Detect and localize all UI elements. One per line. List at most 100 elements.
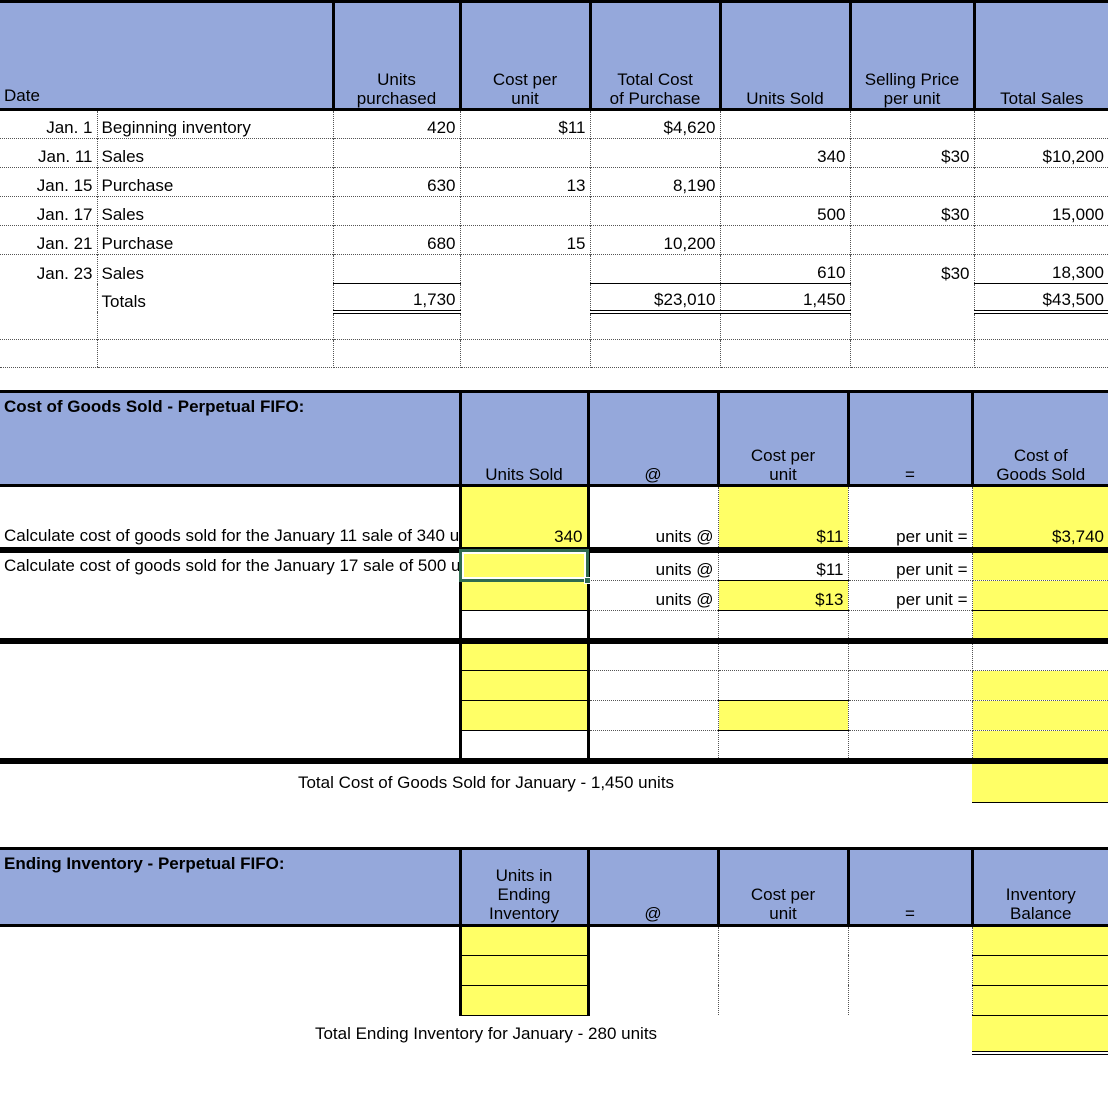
cell-date[interactable]: Jan. 17	[0, 196, 97, 226]
cogs-lower-row[interactable]	[0, 700, 1108, 731]
cell-total-sales[interactable]: 15,000	[974, 196, 1108, 226]
cell-selling-price[interactable]: $30	[850, 138, 975, 168]
cogs-jan11-cost-per-unit[interactable]: $11	[718, 485, 849, 553]
cell-units-sold[interactable]	[720, 109, 851, 139]
table-row[interactable]: Jan. 21 Purchase 680 15 10,200	[0, 225, 1108, 255]
cogs-jan17b-cogs[interactable]	[972, 580, 1108, 611]
cell-cost-per-unit[interactable]: 13	[460, 167, 591, 197]
cogs-jan11-cogs[interactable]: $3,740	[972, 485, 1108, 553]
table-row[interactable]: Jan. 1 Beginning inventory 420 $11 $4,62…	[0, 109, 1108, 139]
cogs-lower-row[interactable]	[0, 670, 1108, 701]
cell-description[interactable]: Beginning inventory	[96, 109, 334, 139]
cell-blank[interactable]	[974, 311, 1108, 340]
cell-blank[interactable]	[590, 311, 721, 340]
cell-date[interactable]: Jan. 1	[0, 109, 97, 139]
table-row-blank[interactable]	[0, 311, 1108, 340]
ei-row-units[interactable]	[460, 985, 590, 1016]
cell-total-selling-price[interactable]	[850, 283, 975, 312]
ei-total-value[interactable]	[972, 1015, 1108, 1055]
cell-total-cost-per-unit[interactable]	[460, 283, 591, 312]
cell-cost-per-unit[interactable]	[460, 196, 591, 226]
cell-total-sales[interactable]	[974, 109, 1108, 139]
cell-total-cost-of-purchase[interactable]: $23,010	[590, 283, 721, 314]
ei-row-cost-per-unit[interactable]	[718, 955, 849, 985]
inventory-totals-row[interactable]: Totals 1,730 $23,010 1,450 $43,500	[0, 283, 1108, 314]
cogs-total-row[interactable]: Total Cost of Goods Sold for January - 1…	[0, 760, 1108, 803]
cell-selling-price[interactable]	[850, 225, 975, 255]
cell-description[interactable]: Purchase	[96, 167, 334, 197]
ei-row-units[interactable]	[460, 955, 590, 986]
cogs-blank-cogs[interactable]	[972, 610, 1108, 644]
cell-total-sales-amount[interactable]: $43,500	[974, 283, 1108, 314]
cell-description[interactable]: Sales	[96, 196, 334, 226]
cell-date[interactable]: Jan. 21	[0, 225, 97, 255]
ei-row-balance[interactable]	[972, 985, 1108, 1016]
cell-units-purchased[interactable]	[333, 138, 461, 168]
cell-blank[interactable]	[720, 311, 851, 340]
cell-selling-price[interactable]	[850, 109, 975, 139]
cogs-lower-cogs[interactable]	[972, 730, 1108, 764]
cell-blank[interactable]	[96, 311, 334, 340]
ei-row-units[interactable]	[460, 925, 590, 956]
cell-description[interactable]: Sales	[96, 138, 334, 168]
cell-units-sold[interactable]: 500	[720, 196, 851, 226]
cell-total-sales[interactable]	[974, 225, 1108, 255]
cell-total-cost[interactable]	[590, 196, 721, 226]
cell-blank[interactable]	[333, 339, 461, 368]
cogs-lower-cost-per-unit[interactable]	[718, 670, 849, 701]
cell-total-cost[interactable]	[590, 138, 721, 168]
cell-units-sold[interactable]	[720, 225, 851, 255]
cell-date[interactable]	[0, 283, 97, 312]
cell-units-purchased[interactable]: 420	[333, 109, 461, 139]
table-row-blank[interactable]	[0, 339, 1108, 368]
cell-blank[interactable]	[460, 311, 591, 340]
cogs-lower-cost-per-unit[interactable]	[718, 640, 849, 671]
cell-blank[interactable]	[590, 339, 721, 368]
cell-units-sold[interactable]	[720, 167, 851, 197]
cell-date[interactable]: Jan. 23	[0, 254, 97, 284]
cogs-jan17-cost-per-unit[interactable]: $11	[718, 549, 849, 581]
cogs-lower-units-sold[interactable]	[460, 700, 590, 731]
cell-blank[interactable]	[0, 311, 97, 340]
ending-inventory-row[interactable]	[0, 985, 1108, 1016]
ending-inventory-row[interactable]	[0, 955, 1108, 986]
cogs-lower-cogs[interactable]	[972, 670, 1108, 701]
cell-cost-per-unit[interactable]: 15	[460, 225, 591, 255]
ei-row-balance[interactable]	[972, 925, 1108, 956]
cell-date[interactable]: Jan. 11	[0, 138, 97, 168]
cogs-jan17-units-sold-selected[interactable]	[460, 549, 590, 581]
cell-blank[interactable]	[850, 339, 975, 368]
cell-blank[interactable]	[720, 339, 851, 368]
table-row[interactable]: Jan. 17 Sales 500 $30 15,000	[0, 196, 1108, 226]
cogs-row-jan11[interactable]: Calculate cost of goods sold for the Jan…	[0, 485, 1108, 553]
ending-inventory-row[interactable]	[0, 925, 1108, 956]
cogs-lower-row[interactable]	[0, 640, 1108, 671]
cell-units-sold[interactable]: 610	[720, 254, 851, 284]
cell-blank[interactable]	[974, 339, 1108, 368]
cogs-total-value[interactable]	[972, 760, 1108, 803]
cell-selling-price[interactable]: $30	[850, 254, 975, 284]
table-row[interactable]: Jan. 11 Sales 340 $30 $10,200	[0, 138, 1108, 168]
ei-row-cost-per-unit[interactable]	[718, 985, 849, 1015]
cell-units-purchased[interactable]	[333, 254, 461, 284]
cell-total-cost[interactable]: 8,190	[590, 167, 721, 197]
cell-total-cost[interactable]	[590, 254, 721, 284]
ei-row-balance[interactable]	[972, 955, 1108, 986]
cogs-lower-units-sold[interactable]	[460, 670, 590, 701]
cell-cost-per-unit[interactable]	[460, 254, 591, 284]
cell-cost-per-unit[interactable]: $11	[460, 109, 591, 139]
table-row[interactable]: Jan. 23 Sales 610 $30 18,300	[0, 254, 1108, 284]
cell-total-cost[interactable]: $4,620	[590, 109, 721, 139]
cogs-row-jan17-a[interactable]: Calculate cost of goods sold for the Jan…	[0, 549, 1108, 611]
cogs-jan17b-cost-per-unit[interactable]: $13	[718, 580, 849, 611]
cell-units-purchased[interactable]: 630	[333, 167, 461, 197]
cell-cost-per-unit[interactable]	[460, 138, 591, 168]
cogs-lower-units-sold[interactable]	[460, 640, 590, 671]
cogs-lower-cogs[interactable]	[972, 700, 1108, 731]
cell-total-units-sold[interactable]: 1,450	[720, 283, 851, 314]
cogs-jan11-units-sold[interactable]: 340	[460, 485, 590, 553]
cell-units-sold[interactable]: 340	[720, 138, 851, 168]
cell-total-sales[interactable]: $10,200	[974, 138, 1108, 168]
cell-units-purchased[interactable]: 680	[333, 225, 461, 255]
cell-units-purchased[interactable]	[333, 196, 461, 226]
